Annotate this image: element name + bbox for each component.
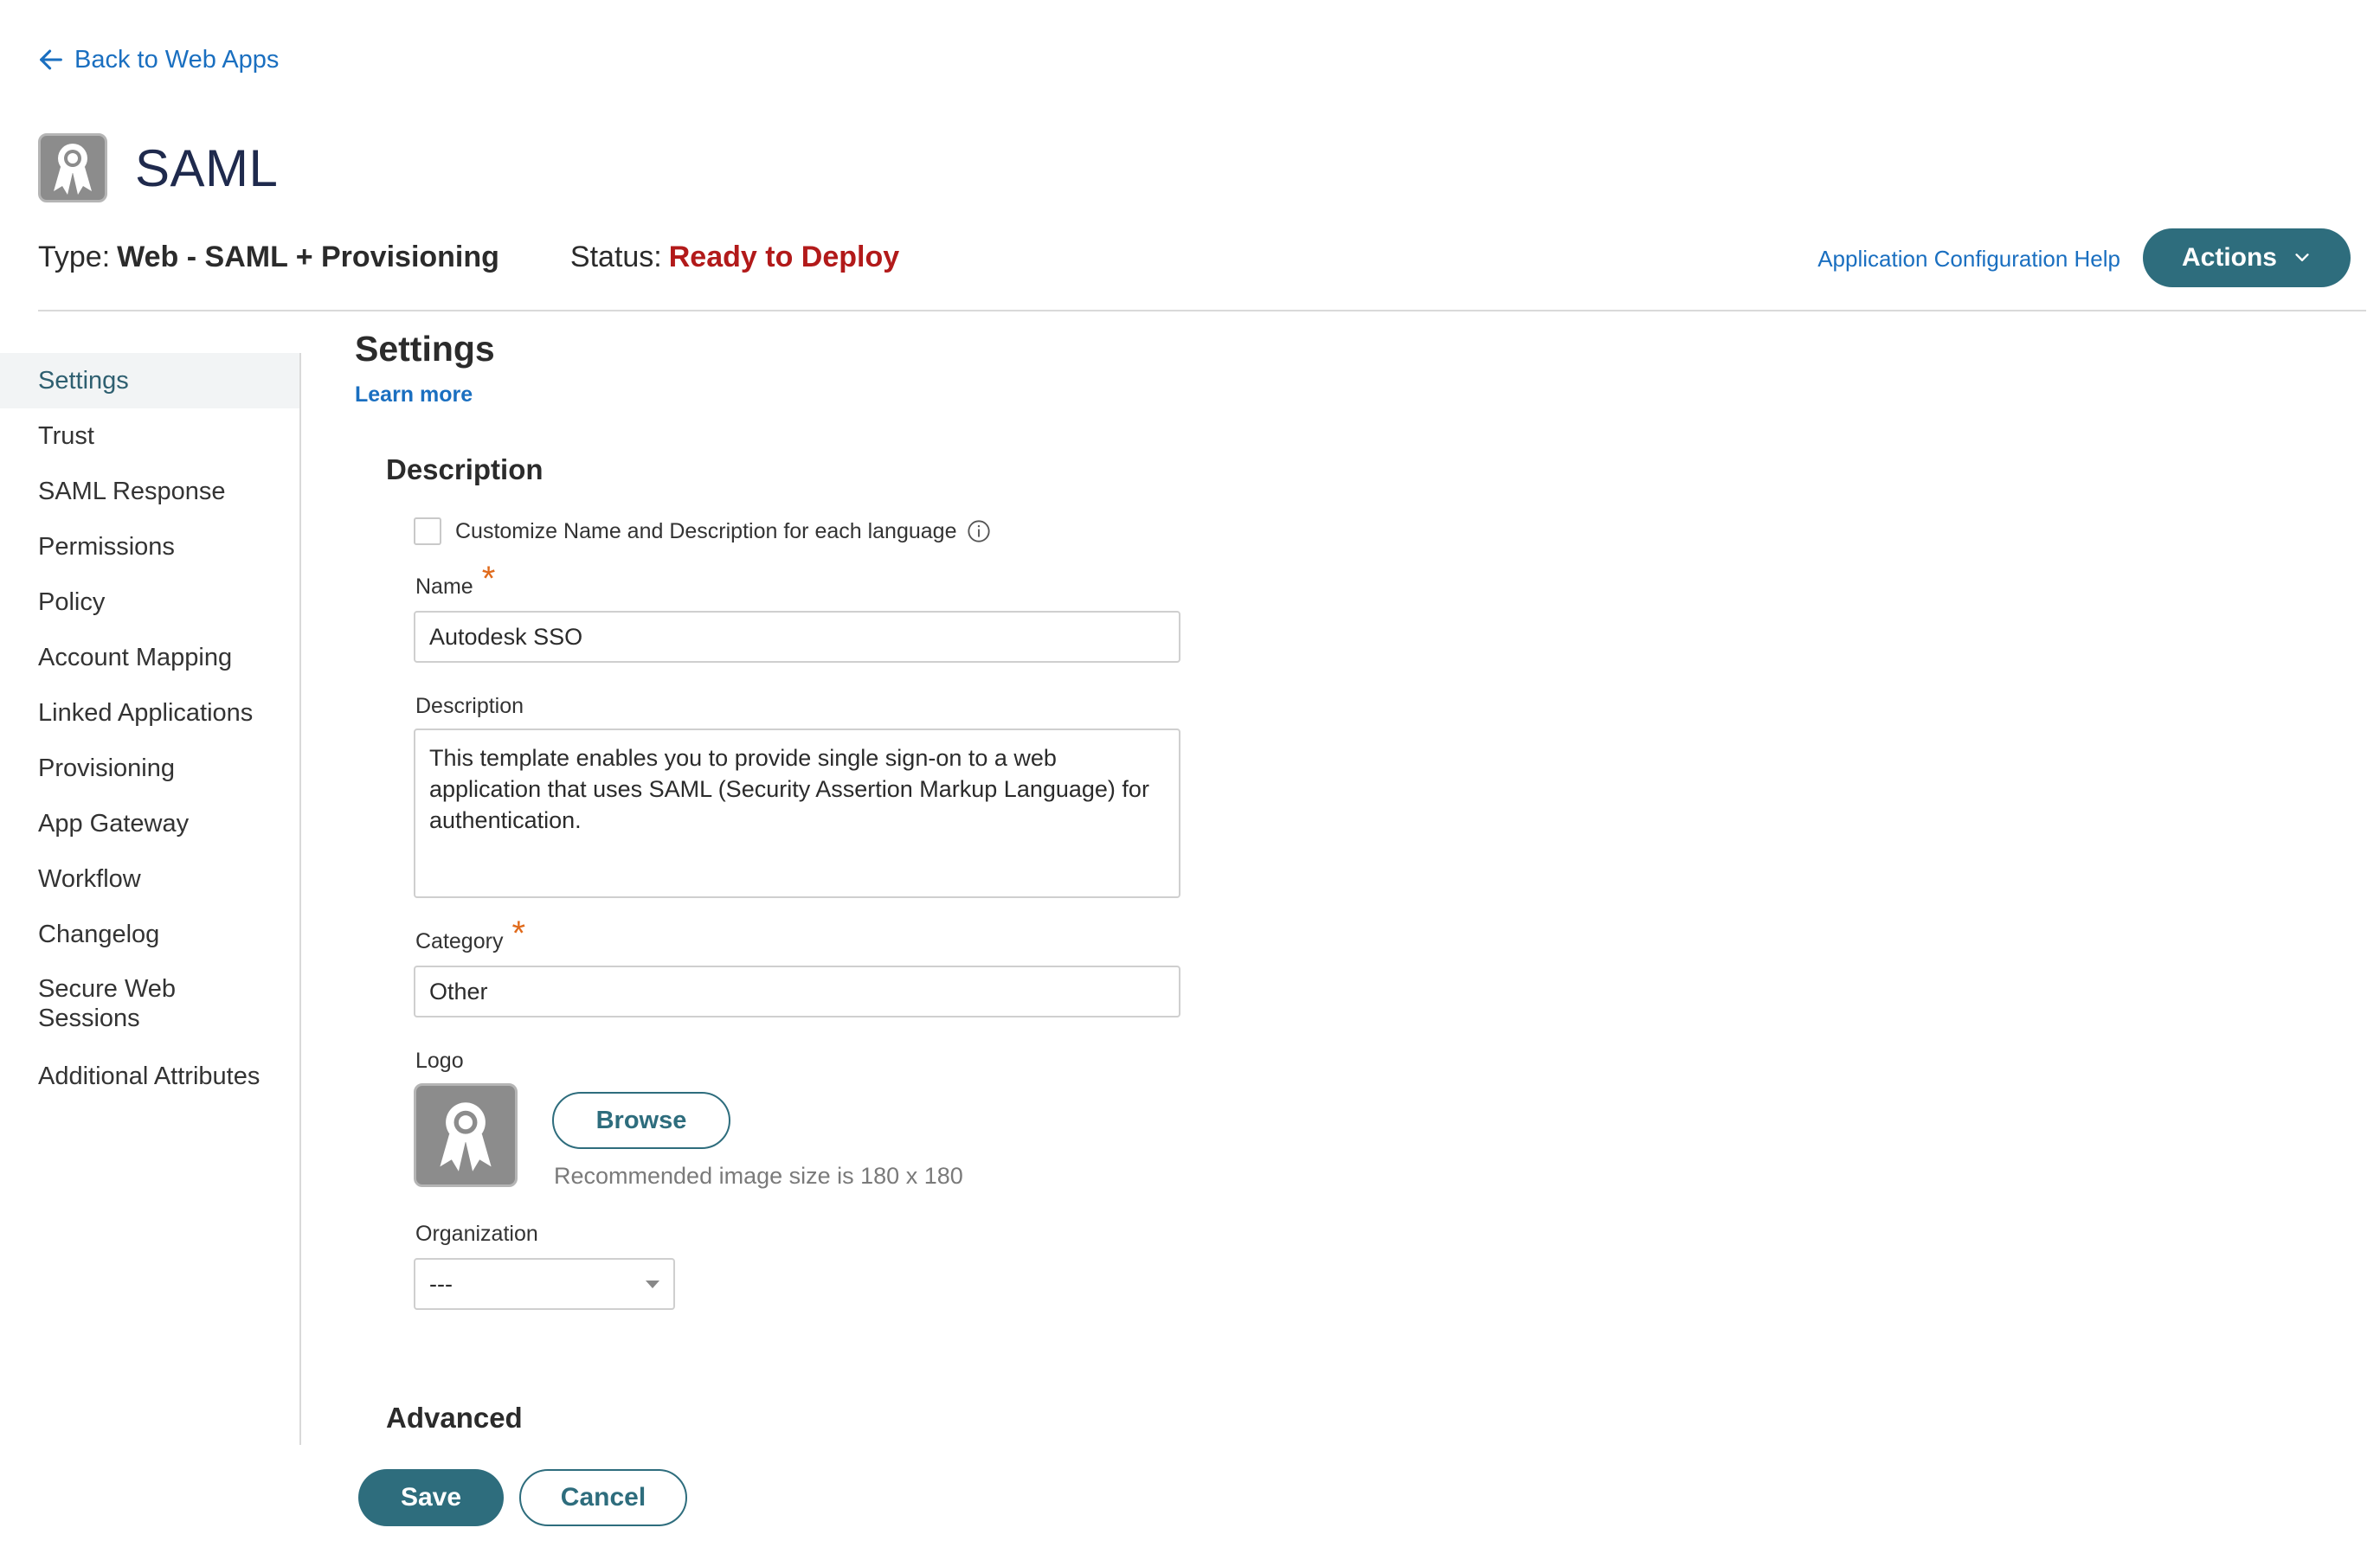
sidebar-item-label: SAML Response xyxy=(38,478,226,505)
sidebar-item-label: Additional Attributes xyxy=(38,1062,261,1090)
sidebar-item-label: Trust xyxy=(38,422,94,450)
sidebar-item-workflow[interactable]: Workflow xyxy=(0,851,299,907)
sidebar-item-app-gateway[interactable]: App Gateway xyxy=(0,796,299,851)
sidebar-item-label: Settings xyxy=(38,367,129,395)
app-title: SAML xyxy=(135,138,279,197)
sidebar-item-secure-web-sessions[interactable]: Secure Web Sessions xyxy=(0,962,208,1049)
description-textarea-value: This template enables you to provide sin… xyxy=(429,745,1149,833)
sidebar-item-label: Provisioning xyxy=(38,754,175,782)
app-header: SAML xyxy=(38,133,278,202)
sidebar-item-settings[interactable]: Settings xyxy=(0,353,299,408)
advanced-heading[interactable]: Advanced xyxy=(386,1402,523,1435)
ribbon-badge-icon xyxy=(440,1102,492,1171)
customize-language-row: Customize Name and Description for each … xyxy=(414,517,991,545)
type-value: Web - SAML + Provisioning xyxy=(117,241,499,273)
description-label: Description xyxy=(415,694,524,718)
customize-language-label: Customize Name and Description for each … xyxy=(455,518,957,543)
logo-label: Logo xyxy=(415,1049,464,1073)
sidebar-item-label: Linked Applications xyxy=(38,699,254,727)
name-label: Name xyxy=(415,575,473,599)
save-button[interactable]: Save xyxy=(358,1469,504,1526)
description-label-row: Description xyxy=(415,694,524,719)
sidebar-item-policy[interactable]: Policy xyxy=(0,575,299,630)
category-required-mark: * xyxy=(511,915,526,953)
app-icon xyxy=(38,133,107,202)
sidebar-item-additional-attributes[interactable]: Additional Attributes xyxy=(0,1049,299,1104)
name-input-value: Autodesk SSO xyxy=(429,623,583,650)
sidebar-item-label: Workflow xyxy=(38,865,141,893)
arrow-left-icon xyxy=(40,49,62,70)
logo-size-hint: Recommended image size is 180 x 180 xyxy=(554,1163,963,1189)
ribbon-badge-icon xyxy=(54,144,92,195)
header-divider xyxy=(38,310,2366,311)
chevron-down-icon xyxy=(2295,254,2309,261)
organization-select[interactable]: --- xyxy=(414,1258,675,1310)
caret-down-icon xyxy=(646,1280,659,1288)
sidebar-item-provisioning[interactable]: Provisioning xyxy=(0,741,299,796)
app-meta-row: Type: Web - SAML + Provisioning Status: … xyxy=(38,241,899,274)
customize-language-checkbox[interactable] xyxy=(414,517,441,545)
browse-button[interactable]: Browse xyxy=(552,1092,730,1149)
sidebar-item-permissions[interactable]: Permissions xyxy=(0,519,299,575)
learn-more-link[interactable]: Learn more xyxy=(355,382,473,408)
status-group: Status: Ready to Deploy xyxy=(570,241,899,274)
sidebar-item-saml-response[interactable]: SAML Response xyxy=(0,464,299,519)
logo-preview xyxy=(414,1083,518,1187)
sidebar-item-label: Account Mapping xyxy=(38,644,233,671)
name-required-mark: * xyxy=(481,560,496,598)
organization-select-value: --- xyxy=(429,1270,453,1297)
organization-label-row: Organization xyxy=(415,1222,538,1247)
back-link-label: Back to Web Apps xyxy=(74,45,280,74)
sidebar-item-changelog[interactable]: Changelog xyxy=(0,907,299,962)
category-label: Category xyxy=(415,929,504,953)
type-label: Type: xyxy=(38,241,111,273)
category-input[interactable]: Other xyxy=(414,966,1180,1017)
status-value: Ready to Deploy xyxy=(668,241,900,273)
sidebar-item-label: Permissions xyxy=(38,533,175,561)
status-label: Status: xyxy=(569,241,662,273)
application-configuration-help-link[interactable]: Application Configuration Help xyxy=(1817,246,2120,273)
sidebar-item-account-mapping[interactable]: Account Mapping xyxy=(0,630,299,685)
back-to-web-apps-link[interactable]: Back to Web Apps xyxy=(36,45,279,74)
sidebar-item-label: Changelog xyxy=(38,921,160,948)
sidebar-item-trust[interactable]: Trust xyxy=(0,408,299,464)
name-input[interactable]: Autodesk SSO xyxy=(414,611,1180,663)
sidebar-nav: Settings Trust SAML Response Permissions… xyxy=(0,353,301,1445)
info-icon[interactable] xyxy=(967,519,991,543)
sidebar-item-label: Secure Web Sessions xyxy=(38,975,177,1032)
category-label-row: Category * xyxy=(415,916,525,954)
description-textarea[interactable]: This template enables you to provide sin… xyxy=(414,729,1180,898)
organization-label: Organization xyxy=(415,1222,538,1246)
cancel-button[interactable]: Cancel xyxy=(519,1469,687,1526)
sidebar-item-label: App Gateway xyxy=(38,810,190,838)
actions-button[interactable]: Actions xyxy=(2143,228,2351,287)
name-label-row: Name * xyxy=(415,562,495,600)
category-input-value: Other xyxy=(429,978,488,1005)
description-heading: Description xyxy=(386,453,544,485)
sidebar-item-label: Policy xyxy=(38,588,106,616)
actions-button-label: Actions xyxy=(2181,243,2277,272)
sidebar-item-linked-applications[interactable]: Linked Applications xyxy=(0,685,299,741)
logo-label-row: Logo xyxy=(415,1049,464,1074)
settings-title: Settings xyxy=(355,329,495,369)
